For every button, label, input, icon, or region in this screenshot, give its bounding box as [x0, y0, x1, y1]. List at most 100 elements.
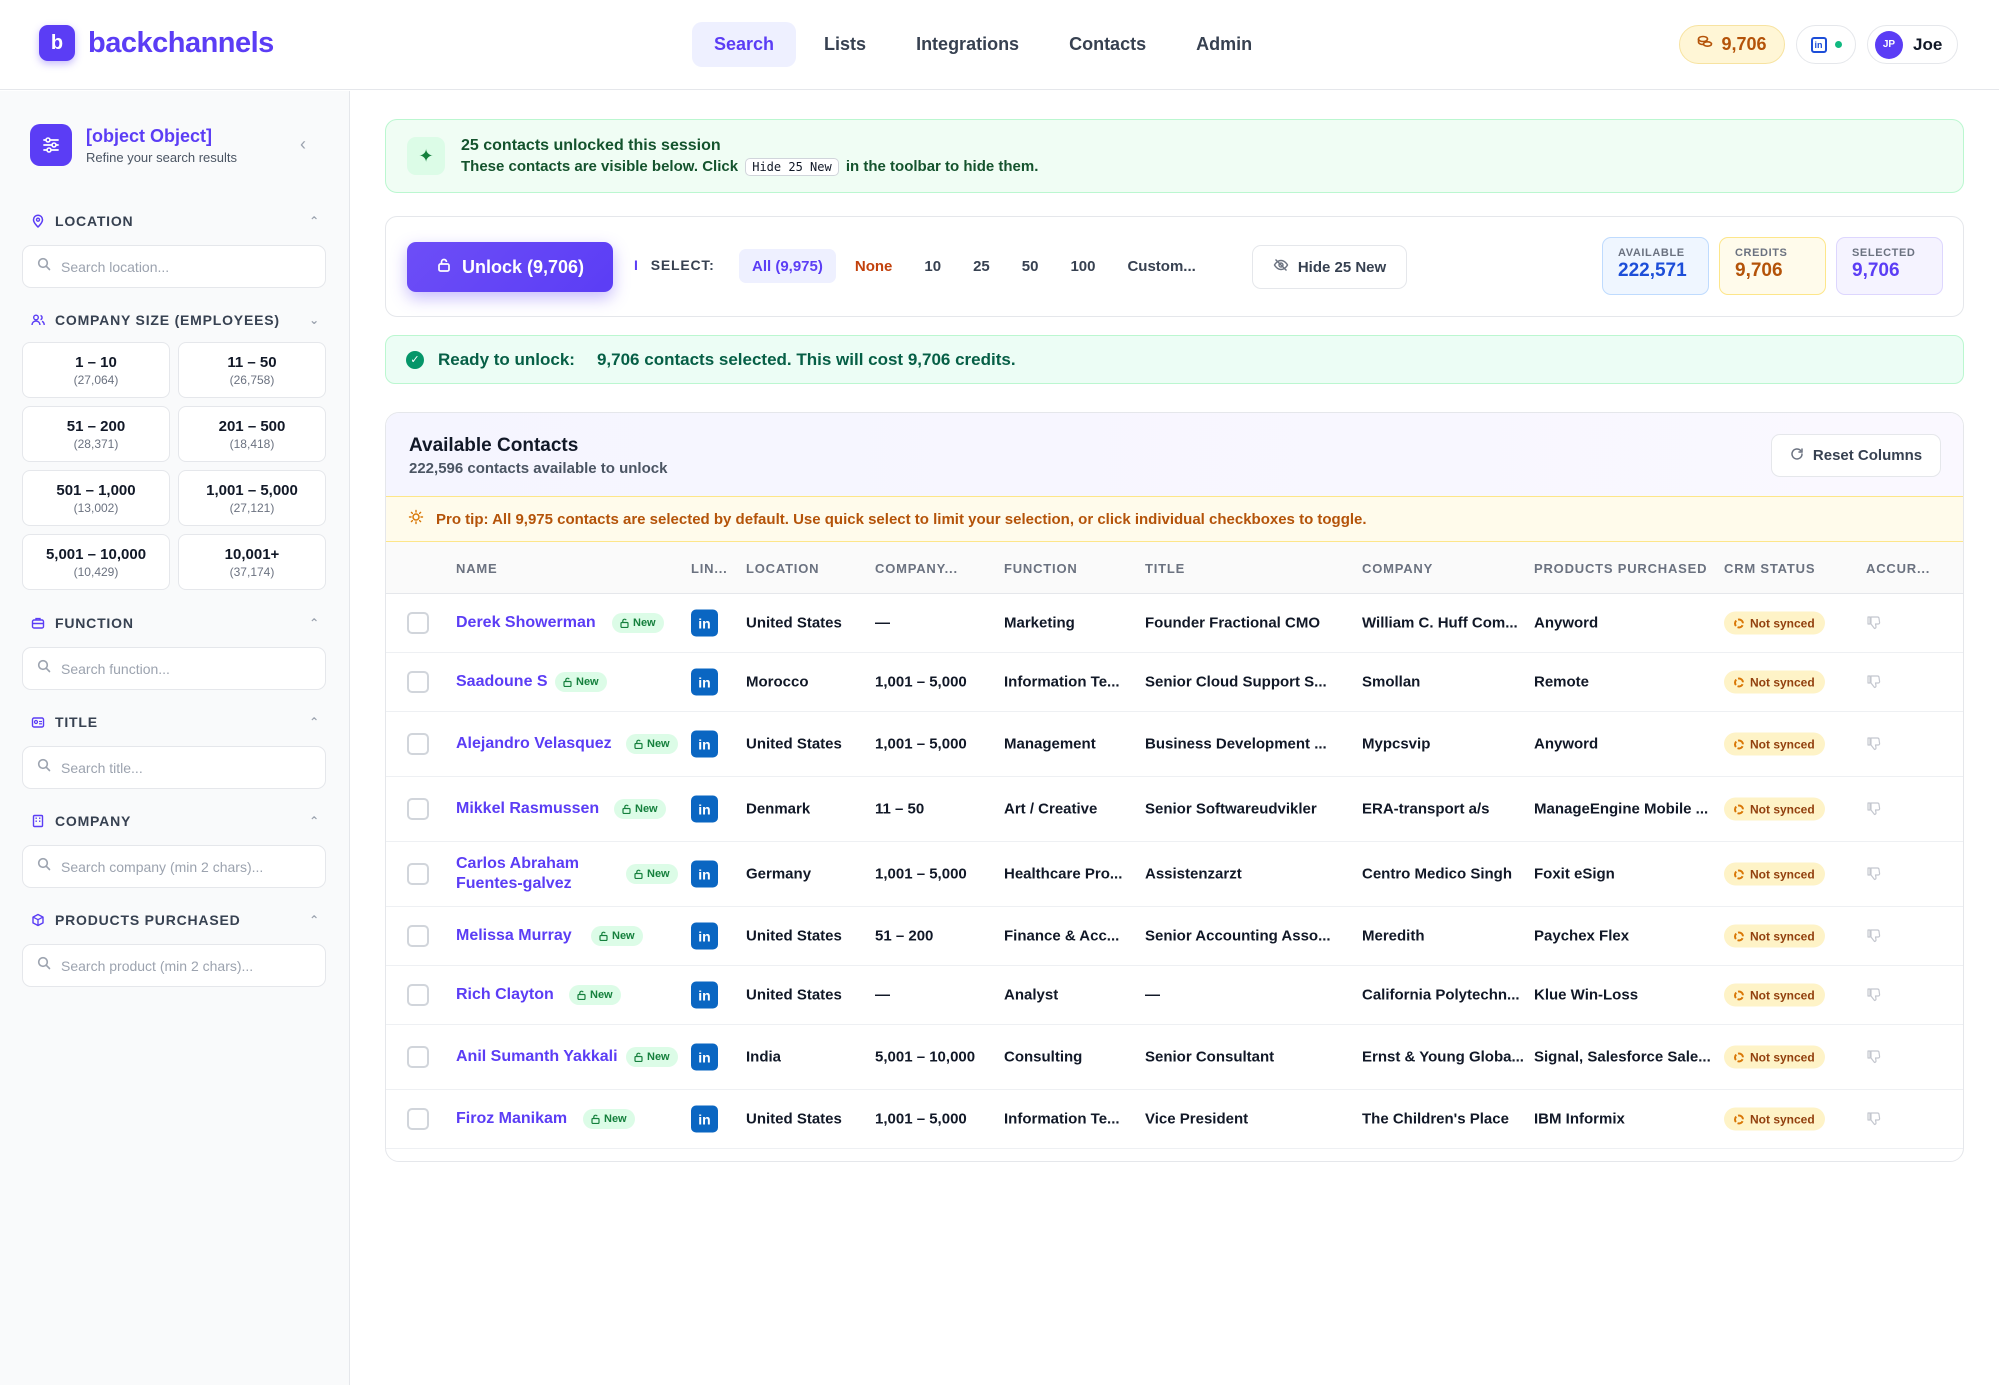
table-row[interactable]: Anil Sumanth Yakkali New in India 5,001 – 10…	[386, 1025, 1963, 1090]
location-search[interactable]	[22, 245, 326, 288]
column-header[interactable]: NAME	[456, 561, 497, 576]
select-none-option[interactable]: None	[842, 249, 906, 283]
products-search-input[interactable]	[61, 957, 311, 974]
row-checkbox[interactable]	[407, 984, 429, 1006]
size-option[interactable]: 10,001+ (37,174)	[178, 534, 326, 590]
contact-name-link[interactable]: Firoz Manikam	[456, 1109, 577, 1129]
thumbs-down-icon[interactable]	[1866, 928, 1882, 944]
contact-name-link[interactable]: Rich Clayton	[456, 985, 563, 1005]
size-option[interactable]: 201 – 500 (18,418)	[178, 406, 326, 462]
section-function[interactable]: FUNCTION ⌃	[30, 615, 320, 631]
company-search[interactable]	[22, 845, 326, 888]
linkedin-icon[interactable]: in	[691, 668, 718, 696]
table-row[interactable]: Melissa Murray New in United States 51 – 200…	[386, 907, 1963, 966]
select-50-option[interactable]: 50	[1009, 249, 1052, 283]
linkedin-icon[interactable]: in	[691, 1043, 718, 1071]
thumbs-down-icon[interactable]	[1866, 674, 1882, 690]
table-row[interactable]: Rich Clayton New in United States — Analyst — C…	[386, 966, 1963, 1025]
row-checkbox[interactable]	[407, 671, 429, 693]
row-checkbox[interactable]	[407, 733, 429, 755]
linkedin-icon[interactable]: in	[691, 922, 718, 950]
contact-name-link[interactable]: Saadoune S	[456, 672, 549, 692]
section-products[interactable]: PRODUCTS PURCHASED ⌃	[30, 912, 320, 928]
hide-new-button[interactable]: Hide 25 New	[1252, 245, 1407, 289]
column-header[interactable]: TITLE	[1145, 561, 1185, 576]
unlock-button[interactable]: Unlock (9,706)	[407, 242, 613, 292]
column-header[interactable]: COMPANY	[1362, 561, 1433, 576]
select-25-option[interactable]: 25	[960, 249, 1003, 283]
credits-pill[interactable]: 9,706	[1679, 25, 1785, 64]
user-menu[interactable]: JP Joe	[1867, 25, 1958, 64]
reset-columns-button[interactable]: Reset Columns	[1771, 434, 1941, 477]
row-checkbox[interactable]	[407, 1108, 429, 1130]
thumbs-down-icon[interactable]	[1866, 866, 1882, 882]
linkedin-icon[interactable]: in	[691, 860, 718, 888]
column-header[interactable]: COMPANY...	[875, 561, 958, 576]
table-row[interactable]: Alejandro Velasquez New in United States 1,0…	[386, 712, 1963, 777]
table-row[interactable]: Firoz Manikam New in United States 1,001 – 5…	[386, 1090, 1963, 1149]
section-company-size[interactable]: COMPANY SIZE (EMPLOYEES) ⌄	[30, 312, 320, 328]
size-option[interactable]: 51 – 200 (28,371)	[22, 406, 170, 462]
size-option[interactable]: 11 – 50 (26,758)	[178, 342, 326, 398]
table-row[interactable]: Saadoune S New in Morocco 1,001 – 5,000 Infor…	[386, 653, 1963, 712]
section-title[interactable]: TITLE ⌃	[30, 714, 320, 730]
nav-lists[interactable]: Lists	[802, 22, 888, 67]
nav-search[interactable]: Search	[692, 22, 797, 67]
row-checkbox[interactable]	[407, 863, 429, 885]
size-option[interactable]: 501 – 1,000 (13,002)	[22, 470, 170, 526]
column-header[interactable]: CRM STATUS	[1724, 561, 1815, 576]
select-100-option[interactable]: 100	[1057, 249, 1108, 283]
section-company[interactable]: COMPANY ⌃	[30, 813, 320, 829]
location-search-input[interactable]	[61, 258, 311, 275]
table-row[interactable]: Carlos Abraham Fuentes-galvez New in German…	[386, 842, 1963, 907]
linkedin-icon[interactable]: in	[691, 609, 718, 637]
collapse-sidebar-button[interactable]: ‹	[300, 134, 306, 155]
column-header[interactable]: LIN...	[691, 561, 728, 576]
nav-contacts[interactable]: Contacts	[1047, 22, 1168, 67]
title-search-input[interactable]	[61, 759, 311, 776]
contact-name-link[interactable]: Derek Showerman	[456, 613, 606, 633]
thumbs-down-icon[interactable]	[1866, 801, 1882, 817]
linkedin-icon[interactable]: in	[691, 795, 718, 823]
table-row[interactable]: Derek Showerman New in United States — Market…	[386, 594, 1963, 653]
contact-name-link[interactable]: Carlos Abraham Fuentes-galvez	[456, 854, 620, 894]
brand-name[interactable]: backchannels	[88, 27, 274, 60]
column-header[interactable]: LOCATION	[746, 561, 819, 576]
products-search[interactable]	[22, 944, 326, 987]
size-option[interactable]: 1 – 10 (27,064)	[22, 342, 170, 398]
column-header[interactable]: PRODUCTS PURCHASED	[1534, 561, 1707, 576]
contact-name-link[interactable]: Anil Sumanth Yakkali	[456, 1047, 620, 1067]
company-search-input[interactable]	[61, 858, 311, 875]
thumbs-down-icon[interactable]	[1866, 1049, 1882, 1065]
linkedin-icon[interactable]: in	[691, 730, 718, 758]
nav-integrations[interactable]: Integrations	[894, 22, 1041, 67]
thumbs-down-icon[interactable]	[1866, 736, 1882, 752]
contact-name-link[interactable]: Mikkel Rasmussen	[456, 799, 608, 819]
function-search-input[interactable]	[61, 660, 311, 677]
thumbs-down-icon[interactable]	[1866, 987, 1882, 1003]
linkedin-status-pill[interactable]: in	[1796, 25, 1856, 64]
function-search[interactable]	[22, 647, 326, 690]
column-header[interactable]: ACCUR...	[1866, 561, 1930, 576]
row-checkbox[interactable]	[407, 925, 429, 947]
contact-name-link[interactable]: Melissa Murray	[456, 926, 585, 946]
row-checkbox[interactable]	[407, 612, 429, 634]
size-option[interactable]: 5,001 – 10,000 (10,429)	[22, 534, 170, 590]
nav-admin[interactable]: Admin	[1174, 22, 1274, 67]
column-header[interactable]: FUNCTION	[1004, 561, 1078, 576]
select-all-option[interactable]: All (9,975)	[739, 249, 836, 283]
row-checkbox[interactable]	[407, 1046, 429, 1068]
brand-logo-icon[interactable]: b	[39, 25, 75, 61]
section-location[interactable]: LOCATION ⌃	[30, 213, 320, 229]
thumbs-down-icon[interactable]	[1866, 615, 1882, 631]
row-checkbox[interactable]	[407, 798, 429, 820]
thumbs-down-icon[interactable]	[1866, 1111, 1882, 1127]
linkedin-icon[interactable]: in	[691, 1105, 718, 1133]
linkedin-icon[interactable]: in	[691, 981, 718, 1009]
size-option[interactable]: 1,001 – 5,000 (27,121)	[178, 470, 326, 526]
select-10-option[interactable]: 10	[911, 249, 954, 283]
select-custom-option[interactable]: Custom...	[1114, 249, 1208, 283]
title-search[interactable]	[22, 746, 326, 789]
contact-name-link[interactable]: Alejandro Velasquez	[456, 734, 620, 754]
table-row[interactable]: Mikkel Rasmussen New in Denmark 11 – 50 Art /…	[386, 777, 1963, 842]
